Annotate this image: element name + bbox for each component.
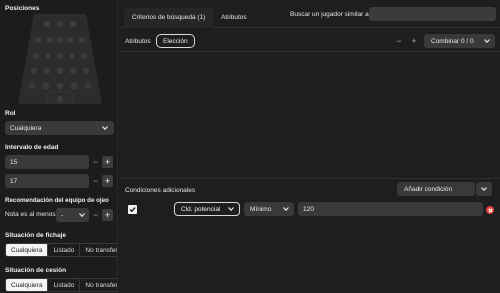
remove-condition-button[interactable] — [486, 206, 494, 214]
age-max-decrement-button[interactable]: − — [90, 175, 101, 187]
chevron-down-icon — [228, 207, 234, 212]
condition-attribute-select[interactable]: Cld. potencial — [174, 202, 240, 216]
condition-operator-select[interactable]: Mínimo — [244, 202, 294, 216]
attributes-bar: Atributos Elección − + Combinar 0 / 0 — [119, 30, 500, 52]
age-min-increment-button[interactable]: + — [102, 156, 113, 168]
chevron-down-icon — [484, 39, 490, 44]
age-max-increment-button[interactable]: + — [102, 175, 113, 187]
recommendation-label: Recomendación del equipo de ojeo — [5, 197, 109, 204]
contract-status-segmented[interactable]: Cualquiera Listado No transferible — [5, 243, 117, 257]
chevron-down-icon — [102, 126, 108, 131]
additional-conditions-header: Condiciones adicionales Añadir condición — [119, 178, 500, 198]
loan-status-segmented[interactable]: Cualquiera Listado No transferible — [5, 278, 117, 292]
recommendation-increment-button[interactable]: + — [102, 209, 113, 221]
loan-status-label: Situación de cesión — [5, 267, 67, 274]
positions-title: Posiciones — [5, 5, 40, 12]
condition-attribute-value: Cld. potencial — [181, 205, 221, 213]
contract-status-option-listed[interactable]: Listado — [48, 244, 81, 256]
role-select[interactable]: Cualquiera — [5, 121, 114, 135]
recommendation-value: - — [61, 211, 64, 219]
add-condition-button[interactable]: Añadir condición — [397, 182, 475, 196]
combine-label: Combinar 0 / 0 — [431, 37, 474, 45]
tab-search-criteria[interactable]: Criterios de búsqueda (1) — [124, 8, 214, 28]
close-icon — [487, 207, 493, 213]
age-min-decrement-button[interactable]: − — [90, 156, 101, 168]
loan-status-option-not-transferable[interactable]: No transferible — [80, 279, 117, 291]
similar-player-search-label: Buscar un jugador similar a — [290, 11, 369, 18]
recommendation-decrement-button[interactable]: − — [90, 209, 101, 221]
remove-attribute-button[interactable]: − — [392, 34, 406, 48]
chevron-down-icon — [481, 187, 487, 192]
filters-sidebar: Posiciones Rol Cualquiera Intervalo de e… — [0, 0, 118, 293]
condition-row: Cld. potencial Mínimo 120 — [119, 200, 500, 218]
chevron-down-icon — [79, 213, 85, 218]
tab-bar: Criterios de búsqueda (1) Atributos Busc… — [119, 0, 500, 28]
checkmark-icon — [129, 207, 136, 213]
search-main-panel: Criterios de búsqueda (1) Atributos Busc… — [119, 0, 500, 293]
loan-status-option-listed[interactable]: Listado — [48, 279, 81, 291]
condition-value-input[interactable]: 120 — [298, 202, 483, 216]
combine-select[interactable]: Combinar 0 / 0 — [424, 34, 495, 48]
condition-enabled-checkbox[interactable] — [128, 205, 137, 214]
loan-status-option-any[interactable]: Cualquiera — [6, 279, 49, 291]
role-label: Rol — [5, 110, 16, 117]
recommendation-value-select[interactable]: - — [56, 208, 89, 222]
positions-pitch[interactable] — [18, 14, 102, 104]
recommendation-condition: Nota es al menos — [5, 211, 56, 218]
chevron-down-icon — [283, 207, 289, 212]
age-range-label: Intervalo de edad — [5, 144, 59, 151]
similar-player-search-input[interactable] — [369, 7, 496, 21]
age-min-value: 15 — [10, 158, 18, 166]
role-value: Cualquiera — [10, 124, 42, 132]
age-max-input[interactable]: 17 — [5, 174, 89, 188]
add-condition-dropdown-button[interactable] — [476, 182, 492, 196]
pitch-diagram — [18, 14, 102, 104]
contract-status-label: Situación de fichaje — [5, 232, 67, 239]
age-max-value: 17 — [10, 177, 18, 185]
add-attribute-button[interactable]: + — [407, 34, 421, 48]
additional-conditions-title: Condiciones adicionales — [125, 187, 196, 194]
contract-status-option-any[interactable]: Cualquiera — [6, 244, 49, 256]
tab-attributes[interactable]: Atributos — [213, 8, 255, 28]
selection-pill-button[interactable]: Elección — [156, 34, 195, 48]
age-min-input[interactable]: 15 — [5, 155, 89, 169]
attributes-label: Atributos — [125, 38, 151, 45]
condition-operator-value: Mínimo — [250, 205, 272, 213]
contract-status-option-not-transferable[interactable]: No transferible — [80, 244, 117, 256]
